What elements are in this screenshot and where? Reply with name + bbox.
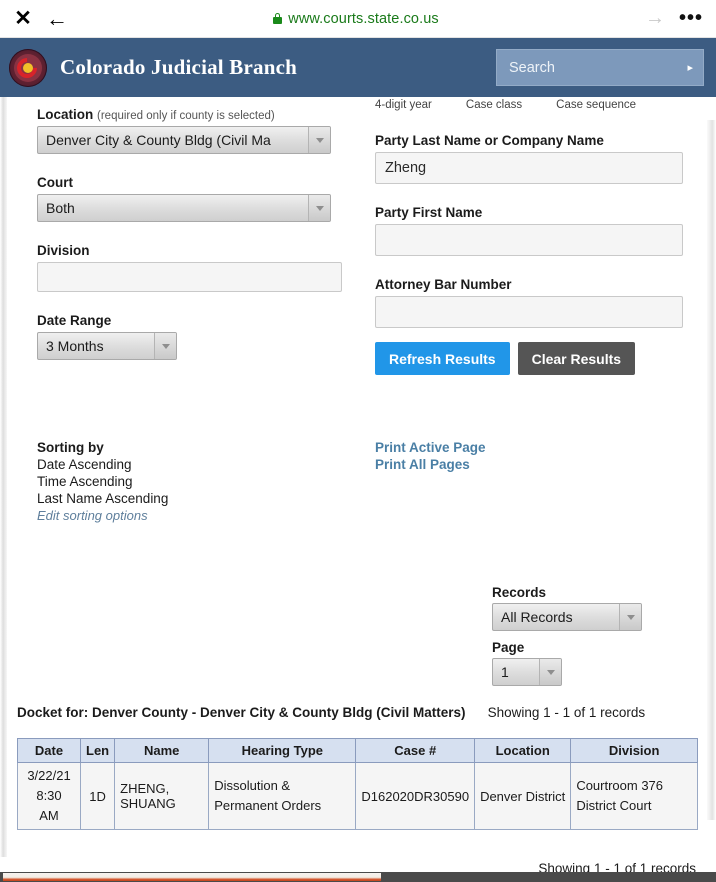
cell-location: Denver District xyxy=(474,761,572,831)
court-select-value: Both xyxy=(46,200,75,216)
site-header: Colorado Judicial Branch Search ▸ xyxy=(0,38,716,97)
page-content: Location (required only if county is sel… xyxy=(0,97,716,882)
division-field-group: Division xyxy=(37,243,357,292)
date-range-select-value: 3 Months xyxy=(46,338,104,354)
refresh-results-button[interactable]: Refresh Results xyxy=(375,342,510,375)
column-header-location[interactable]: Location xyxy=(474,738,572,763)
column-header-case[interactable]: Case # xyxy=(355,738,476,763)
docket-title: Docket for: Denver County - Denver City … xyxy=(17,705,466,720)
column-header-date[interactable]: Date xyxy=(17,738,81,763)
location-select-value: Denver City & County Bldg (Civil Ma xyxy=(46,132,271,148)
party-last-name-value: Zheng xyxy=(385,160,427,176)
page-select-value: 1 xyxy=(501,664,509,680)
close-icon[interactable]: ✕ xyxy=(6,0,40,38)
court-select[interactable]: Both xyxy=(37,194,331,222)
docket-heading-row: Docket for: Denver County - Denver City … xyxy=(17,705,699,720)
docket-table: Date Len Name Hearing Type Case # Locati… xyxy=(17,738,698,831)
horizontal-scrollbar-thumb[interactable] xyxy=(3,873,381,881)
date-range-select[interactable]: 3 Months xyxy=(37,332,177,360)
court-field-group: Court Both xyxy=(37,175,357,222)
browser-toolbar: ✕ ← www.courts.state.co.us → ••• xyxy=(0,0,716,38)
cell-date: 3/22/21 8:30 AM xyxy=(17,761,81,831)
chevron-down-icon[interactable] xyxy=(539,659,561,685)
hint-4-digit-year: 4-digit year xyxy=(375,99,432,111)
address-bar[interactable]: www.courts.state.co.us xyxy=(74,11,638,27)
court-label: Court xyxy=(37,175,73,190)
column-header-hearing-type[interactable]: Hearing Type xyxy=(208,738,357,763)
lock-icon xyxy=(273,13,283,24)
party-last-name-label: Party Last Name or Company Name xyxy=(375,133,604,148)
print-active-page-link[interactable]: Print Active Page xyxy=(375,440,486,455)
column-header-division[interactable]: Division xyxy=(570,738,698,763)
location-label: Location (required only if county is sel… xyxy=(37,107,275,122)
records-select[interactable]: All Records xyxy=(492,603,642,631)
table-row[interactable]: 3/22/21 8:30 AM 1D ZHENG, SHUANG Dissolu… xyxy=(17,761,698,831)
case-number-hints: 4-digit year Case class Case sequence xyxy=(375,97,695,111)
party-last-name-group: Party Last Name or Company Name Zheng xyxy=(375,133,695,184)
sorting-line-3: Last Name Ascending xyxy=(37,491,169,506)
search-input[interactable]: Search ▸ xyxy=(496,49,704,86)
page-select[interactable]: 1 xyxy=(492,658,562,686)
cell-hearing-type: Dissolution & Permanent Orders xyxy=(208,761,357,831)
records-select-value: All Records xyxy=(501,609,573,625)
chevron-down-icon[interactable] xyxy=(308,195,330,221)
party-last-name-input[interactable]: Zheng xyxy=(375,152,683,184)
table-header-row: Date Len Name Hearing Type Case # Locati… xyxy=(17,738,698,763)
horizontal-scrollbar[interactable] xyxy=(0,872,716,882)
site-title: Colorado Judicial Branch xyxy=(60,55,297,79)
date-range-label: Date Range xyxy=(37,313,112,328)
location-select[interactable]: Denver City & County Bldg (Civil Ma xyxy=(37,126,331,154)
records-showing-top: Showing 1 - 1 of 1 records xyxy=(487,705,646,720)
location-sublabel: (required only if county is selected) xyxy=(97,110,275,122)
more-options-icon[interactable]: ••• xyxy=(674,0,708,38)
page-label: Page xyxy=(492,640,525,655)
clear-results-button[interactable]: Clear Results xyxy=(517,342,636,375)
party-first-name-group: Party First Name xyxy=(375,205,695,256)
edit-sorting-options-link[interactable]: Edit sorting options xyxy=(37,508,168,523)
party-first-name-label: Party First Name xyxy=(375,205,483,220)
search-form-left-column: Location (required only if county is sel… xyxy=(37,107,357,360)
hint-case-sequence: Case sequence xyxy=(556,99,637,111)
chevron-down-icon[interactable] xyxy=(308,127,330,153)
sorting-summary: Sorting by Date Ascending Time Ascending… xyxy=(37,440,168,523)
paging-controls: Records All Records Page 1 xyxy=(492,585,652,686)
form-action-buttons: Refresh Results Clear Results xyxy=(375,342,695,375)
attorney-bar-number-group: Attorney Bar Number xyxy=(375,277,695,328)
division-label: Division xyxy=(37,243,90,258)
print-all-pages-link[interactable]: Print All Pages xyxy=(375,457,486,472)
cell-division: Courtroom 376 District Court xyxy=(570,761,698,831)
print-links: Print Active Page Print All Pages xyxy=(375,440,486,474)
sorting-heading: Sorting by xyxy=(37,440,104,455)
column-header-len[interactable]: Len xyxy=(79,738,116,763)
records-label: Records xyxy=(492,585,547,600)
party-first-name-input[interactable] xyxy=(375,224,683,256)
search-placeholder: Search xyxy=(509,59,555,76)
column-header-name[interactable]: Name xyxy=(114,738,210,763)
chevron-down-icon[interactable] xyxy=(619,604,641,630)
colorado-judicial-seal-icon xyxy=(9,48,47,87)
back-arrow-icon[interactable]: ← xyxy=(40,0,74,38)
search-submit-icon[interactable]: ▸ xyxy=(687,61,693,74)
attorney-bar-number-label: Attorney Bar Number xyxy=(375,277,512,292)
location-field-group: Location (required only if county is sel… xyxy=(37,107,357,154)
cell-case-number: D162020DR30590 xyxy=(355,761,476,831)
app-screenshot: ✕ ← www.courts.state.co.us → ••• Colorad… xyxy=(0,0,716,882)
url-text: www.courts.state.co.us xyxy=(288,10,439,27)
attorney-bar-number-input[interactable] xyxy=(375,296,683,328)
cell-name: ZHENG, SHUANG xyxy=(114,761,210,831)
forward-arrow-icon[interactable]: → xyxy=(638,0,672,38)
search-form-right-column: 4-digit year Case class Case sequence Pa… xyxy=(375,97,695,375)
chevron-down-icon[interactable] xyxy=(154,333,176,359)
cell-len: 1D xyxy=(79,761,116,831)
sorting-line-2: Time Ascending xyxy=(37,474,133,489)
date-range-field-group: Date Range 3 Months xyxy=(37,313,357,360)
division-input[interactable] xyxy=(37,262,342,292)
hint-case-class: Case class xyxy=(465,99,523,111)
sorting-line-1: Date Ascending xyxy=(37,457,132,472)
